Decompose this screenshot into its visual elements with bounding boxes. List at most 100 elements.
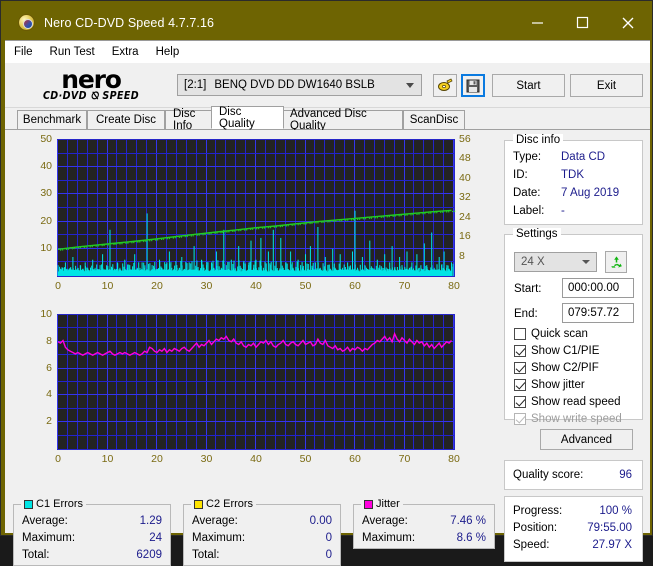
x-axis-tick-label: 70 — [398, 453, 411, 465]
tab-advanced-disc-quality[interactable]: Advanced Disc Quality — [282, 108, 403, 132]
checkbox-show-jitter[interactable]: Show jitter — [514, 379, 585, 391]
c1-errors-color-swatch — [24, 499, 33, 509]
disc-info-type-label: Type: — [513, 151, 542, 163]
speed-select[interactable]: 24 X — [514, 252, 597, 272]
c2-total-value: 0 — [325, 549, 332, 561]
exit-button[interactable]: Exit — [570, 74, 643, 97]
drive-select[interactable]: [2:1] BENQ DVD DD DW1640 BSLB — [177, 74, 422, 96]
tab-benchmark[interactable]: Benchmark — [17, 110, 87, 129]
read-speed-line — [57, 209, 452, 250]
graphs-container: 10 20 30 40 50 8 16 24 32 40 48 56 0 10 20 30 40 50 60 70 80… — [13, 131, 495, 476]
y-axis-tick-label: 10 — [40, 308, 52, 320]
speed-value: 27.97 X — [592, 539, 632, 551]
progress-label: Progress: — [513, 505, 563, 517]
client-area: File Run Test Extra Help nero CD·DVD ⦰ S… — [5, 40, 650, 566]
menu-item-help[interactable]: Help — [156, 44, 189, 60]
c2-errors-stats-legend: C2 Errors — [191, 498, 257, 510]
c1-total-value: 6209 — [136, 549, 162, 561]
y2-axis-tick-label: 32 — [459, 191, 471, 204]
settings-panel: Settings 24 X Start: 000:00.00 End: 079:… — [504, 228, 643, 425]
app-window: Nero CD-DVD Speed 4.7.7.16 File Run Test… — [0, 0, 653, 566]
read-speed-dots — [58, 209, 456, 251]
toolbar: nero CD·DVD ⦰ SPEED [2:1] BENQ DVD DD DW… — [5, 63, 650, 108]
speed-select-value: 24 X — [521, 256, 545, 268]
jitter-maximum-value: 8.6 % — [456, 532, 486, 544]
disc-info-label-label: Label: — [513, 205, 545, 217]
save-button[interactable] — [461, 74, 485, 97]
chevron-down-icon — [582, 260, 590, 264]
disc-info-date-value: 7 Aug 2019 — [561, 187, 620, 199]
chevron-down-icon — [406, 83, 414, 88]
x-axis-tick-label: 20 — [151, 280, 163, 292]
speed-label: Speed: — [513, 539, 550, 551]
start-time-field[interactable]: 000:00.00 — [562, 278, 634, 298]
logo-title: nero — [61, 64, 122, 94]
x-axis-tick-label: 70 — [398, 280, 411, 292]
menu-item-run-test[interactable]: Run Test — [50, 44, 104, 60]
y2-axis-tick-label: 16 — [459, 230, 471, 243]
checkbox-label: Show read speed — [531, 396, 621, 408]
x-axis-tick-label: 50 — [299, 453, 312, 465]
start-button[interactable]: Start — [492, 74, 565, 97]
tab-scandisc[interactable]: ScanDisc — [403, 110, 465, 129]
maximize-icon[interactable] — [560, 5, 605, 40]
c1-errors-chart[interactable]: 10 20 30 40 50 8 16 24 32 40 48 56 0 10 20 30 40 50 60 70 80 — [13, 131, 495, 303]
tab-create-disc[interactable]: Create Disc — [87, 110, 165, 129]
jitter-stats-title: Jitter — [376, 498, 400, 510]
checkbox-show-c1-pie[interactable]: Show C1/PIE — [514, 345, 599, 357]
c2-total-label: Total: — [192, 549, 220, 561]
quality-score-value: 96 — [619, 469, 632, 481]
disc-info-id-value: TDK — [561, 169, 584, 181]
window-title: Nero CD-DVD Speed 4.7.7.16 — [44, 15, 215, 30]
c1-average-label: Average: — [22, 515, 68, 527]
y-axis-tick-label: 40 — [40, 160, 52, 173]
c2-errors-stats-title: C2 Errors — [206, 498, 254, 510]
close-icon[interactable] — [605, 5, 650, 40]
refresh-speed-button[interactable] — [605, 251, 627, 273]
progress-value: 100 % — [599, 505, 632, 517]
checkbox-show-read-speed[interactable]: Show read speed — [514, 396, 621, 408]
x-axis-tick-label: 50 — [299, 280, 312, 292]
end-time-field[interactable]: 079:57.72 — [562, 303, 634, 323]
disc-info-label-value: - — [561, 205, 565, 217]
menu-item-file[interactable]: File — [14, 44, 42, 60]
y-axis-tick-label: 2 — [46, 415, 52, 428]
c2-errors-stats: C2 Errors Average: 0.00 Maximum: 0 Total: 0 — [183, 498, 341, 566]
disc-eject-button[interactable] — [433, 74, 457, 97]
y-axis-tick-label: 4 — [46, 388, 52, 401]
x-axis-tick-label: 10 — [101, 280, 114, 292]
x-axis-tick-label: 60 — [349, 280, 361, 292]
x-axis-tick-label: 30 — [200, 280, 213, 292]
checkbox-box — [514, 413, 526, 425]
minimize-icon[interactable] — [515, 5, 560, 40]
x-axis-tick-label: 0 — [55, 280, 61, 292]
jitter-chart[interactable]: 2 4 6 8 10 0 10 20 30 40 50 60 70 80 — [13, 306, 495, 476]
advanced-button[interactable]: Advanced — [540, 429, 633, 450]
checkbox-quick-scan[interactable]: Quick scan — [514, 328, 588, 340]
c2-errors-color-swatch — [194, 499, 203, 509]
nero-disc-icon — [18, 14, 35, 31]
x-axis-tick-label: 80 — [448, 280, 460, 292]
y2-axis-tick-label: 40 — [459, 171, 471, 184]
checkbox-label: Show jitter — [531, 379, 585, 391]
menu-item-extra[interactable]: Extra — [112, 44, 148, 60]
c1-maximum-value: 24 — [149, 532, 162, 544]
checkbox-label: Show C1/PIE — [531, 345, 600, 357]
x-axis-tick-label: 60 — [349, 453, 361, 465]
checkbox-show-c2-pif[interactable]: Show C2/PIF — [514, 362, 599, 374]
c1-total-label: Total: — [22, 549, 50, 561]
tab-disc-quality[interactable]: Disc Quality — [211, 106, 284, 130]
disc-info-type-value: Data CD — [561, 151, 606, 163]
x-axis-tick-label: 80 — [448, 453, 460, 465]
logo-subtitle-speed: SPEED — [102, 89, 140, 102]
c1-errors-stats: C1 Errors Average: 1.29 Maximum: 24 Total:… — [13, 498, 171, 566]
x-axis-tick-label: 40 — [250, 280, 262, 292]
jitter-color-swatch — [364, 499, 373, 509]
quality-score-label: Quality score: — [513, 469, 584, 481]
checkbox-label: Quick scan — [531, 328, 588, 340]
drive-index: [2:1] — [184, 79, 207, 91]
end-time-label: End: — [514, 308, 538, 320]
x-axis-tick-label: 40 — [250, 453, 262, 465]
disc-info-legend: Disc info — [513, 134, 564, 146]
menu-bar: File Run Test Extra Help — [5, 41, 650, 63]
